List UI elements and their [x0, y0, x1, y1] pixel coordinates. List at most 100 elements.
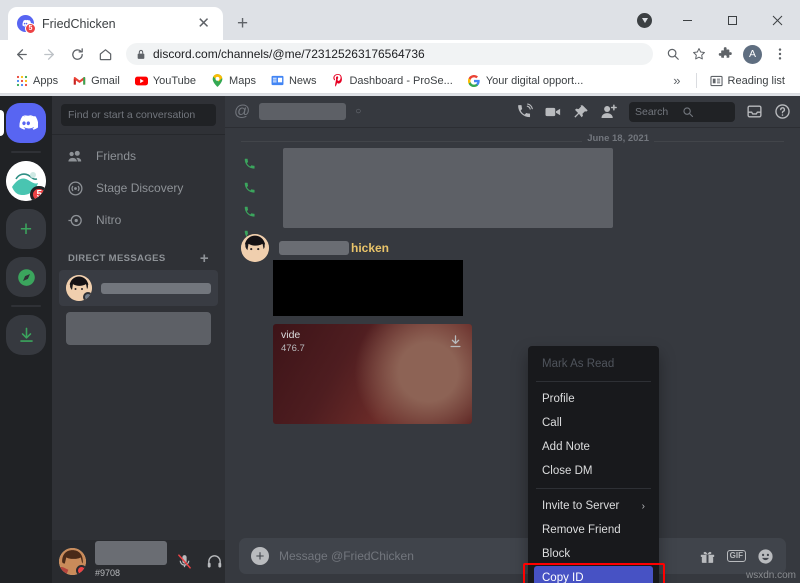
discord-app: 5 + Find or: [0, 96, 800, 583]
context-menu-item-call[interactable]: Call: [534, 411, 653, 435]
context-menu-item-profile[interactable]: Profile: [534, 387, 653, 411]
close-tab-icon[interactable]: ✕: [193, 14, 214, 33]
download-icon: [17, 326, 36, 345]
bookmark-label: News: [289, 75, 317, 87]
avatar[interactable]: [59, 548, 86, 575]
home-button[interactable]: [92, 41, 118, 67]
dm-row-redacted-1[interactable]: [59, 270, 218, 306]
maximize-window-button[interactable]: [710, 4, 755, 36]
add-friends-to-dm-button[interactable]: [600, 103, 618, 121]
home-discord-button[interactable]: [6, 103, 46, 143]
phone-icon: [241, 181, 259, 195]
gmail-icon: [73, 74, 86, 87]
context-menu-item-copy-id[interactable]: Copy ID: [534, 566, 653, 583]
bookmarks-overflow-icon[interactable]: »: [665, 73, 688, 88]
plus-icon: +: [20, 219, 32, 240]
context-menu-item-close-dm[interactable]: Close DM: [534, 459, 653, 483]
rail-divider: [11, 151, 41, 153]
create-dm-button[interactable]: +: [200, 251, 209, 266]
forward-button[interactable]: [36, 41, 62, 67]
add-attachment-button[interactable]: +: [251, 547, 269, 565]
context-menu: Mark As Read Profile Call Add Note Close…: [528, 346, 659, 583]
help-button[interactable]: [774, 103, 791, 120]
find-conversation-input[interactable]: Find or start a conversation: [61, 104, 216, 126]
context-menu-separator: [536, 381, 651, 382]
dm-name-redacted: [101, 283, 211, 294]
youtube-icon: [135, 74, 148, 87]
three-dot-menu-icon[interactable]: [768, 42, 792, 66]
back-button[interactable]: [8, 41, 34, 67]
message-group: hicken: [241, 236, 788, 260]
start-voice-call-button[interactable]: [516, 103, 533, 120]
recipient-status-icon: ○: [355, 106, 361, 117]
bookmark-your-digital-opportunity[interactable]: Your digital opport...: [462, 71, 589, 90]
context-menu-separator-2: [536, 488, 651, 489]
inbox-button[interactable]: [746, 103, 763, 120]
tab-search-chevron-icon[interactable]: [637, 13, 652, 28]
chat-header-actions: Search: [516, 102, 791, 122]
google-icon: [468, 74, 481, 87]
browser-tab[interactable]: 5 FriedChicken ✕: [8, 7, 223, 40]
recipient-name-redacted: [259, 103, 346, 120]
context-menu-item-remove-friend[interactable]: Remove Friend: [534, 518, 653, 542]
context-menu-item-invite-to-server[interactable]: Invite to Server ›: [534, 494, 653, 518]
sidebar-item-stage-discovery[interactable]: Stage Discovery: [59, 173, 218, 203]
context-menu-item-add-note[interactable]: Add Note: [534, 435, 653, 459]
reading-list-button[interactable]: Reading list: [704, 71, 791, 90]
bookmark-label: Apps: [33, 75, 58, 87]
dm-row-redacted-2[interactable]: [66, 312, 211, 345]
sidebar-item-nitro[interactable]: Nitro: [59, 205, 218, 235]
emoji-picker-button[interactable]: [757, 548, 774, 565]
phone-icon: [241, 157, 259, 171]
pinned-messages-button[interactable]: [573, 104, 589, 120]
download-icon[interactable]: [448, 334, 463, 349]
search-input[interactable]: Search: [629, 102, 735, 122]
avatar: [66, 275, 92, 301]
server-icon-1[interactable]: 5: [6, 161, 46, 201]
chat-header: @ ○: [225, 96, 800, 128]
reload-button[interactable]: [64, 41, 90, 67]
chevron-right-icon: ›: [642, 501, 645, 512]
bookmark-gmail[interactable]: Gmail: [67, 71, 126, 90]
gif-picker-button[interactable]: GIF: [727, 550, 746, 563]
profile-avatar[interactable]: A: [743, 45, 762, 64]
rail-divider-2: [11, 305, 41, 307]
avatar[interactable]: [241, 234, 269, 262]
apps-grid-icon: [15, 74, 28, 87]
close-window-button[interactable]: [755, 4, 800, 36]
user-identity: #9708: [90, 546, 167, 578]
new-tab-button[interactable]: +: [237, 13, 248, 35]
download-apps-button[interactable]: [6, 315, 46, 355]
direct-messages-label: DIRECT MESSAGES: [68, 253, 166, 264]
username-redacted: [95, 541, 167, 565]
context-menu-item-mark-as-read: Mark As Read: [534, 352, 653, 376]
context-menu-item-block[interactable]: Block: [534, 542, 653, 566]
bookmark-star-icon[interactable]: [687, 42, 711, 66]
status-indicator: [83, 292, 92, 301]
bookmark-label: YouTube: [153, 75, 196, 87]
mute-microphone-button[interactable]: [171, 549, 197, 575]
bookmark-maps[interactable]: Maps: [205, 71, 262, 90]
context-menu-item-label: Invite to Server: [542, 500, 619, 512]
bookmark-apps[interactable]: Apps: [9, 71, 64, 90]
extensions-puzzle-icon[interactable]: [713, 42, 737, 66]
bookmark-dashboard[interactable]: Dashboard - ProSe...: [325, 71, 458, 90]
message-list: June 18, 2021: [225, 128, 800, 538]
maps-icon: [211, 74, 224, 87]
attachment-card[interactable]: vide 476.7: [273, 324, 472, 424]
chat-area: @ ○: [225, 96, 800, 583]
address-bar[interactable]: discord.com/channels/@me/723125263176564…: [126, 43, 653, 65]
minimize-window-button[interactable]: [665, 4, 710, 36]
start-video-call-button[interactable]: [544, 103, 562, 121]
bookmark-news[interactable]: News: [265, 71, 323, 90]
gift-nitro-button[interactable]: [699, 548, 716, 565]
bookmark-youtube[interactable]: YouTube: [129, 71, 202, 90]
composer-inner[interactable]: + Message @FriedChicken GIF: [239, 538, 786, 574]
sidebar-item-friends[interactable]: Friends: [59, 141, 218, 171]
attachment-filename: vide: [281, 329, 464, 341]
deafen-button[interactable]: [201, 549, 227, 575]
add-server-button[interactable]: +: [6, 209, 46, 249]
search-placeholder: Search: [635, 106, 682, 118]
search-icon[interactable]: [661, 42, 685, 66]
explore-servers-button[interactable]: [6, 257, 46, 297]
